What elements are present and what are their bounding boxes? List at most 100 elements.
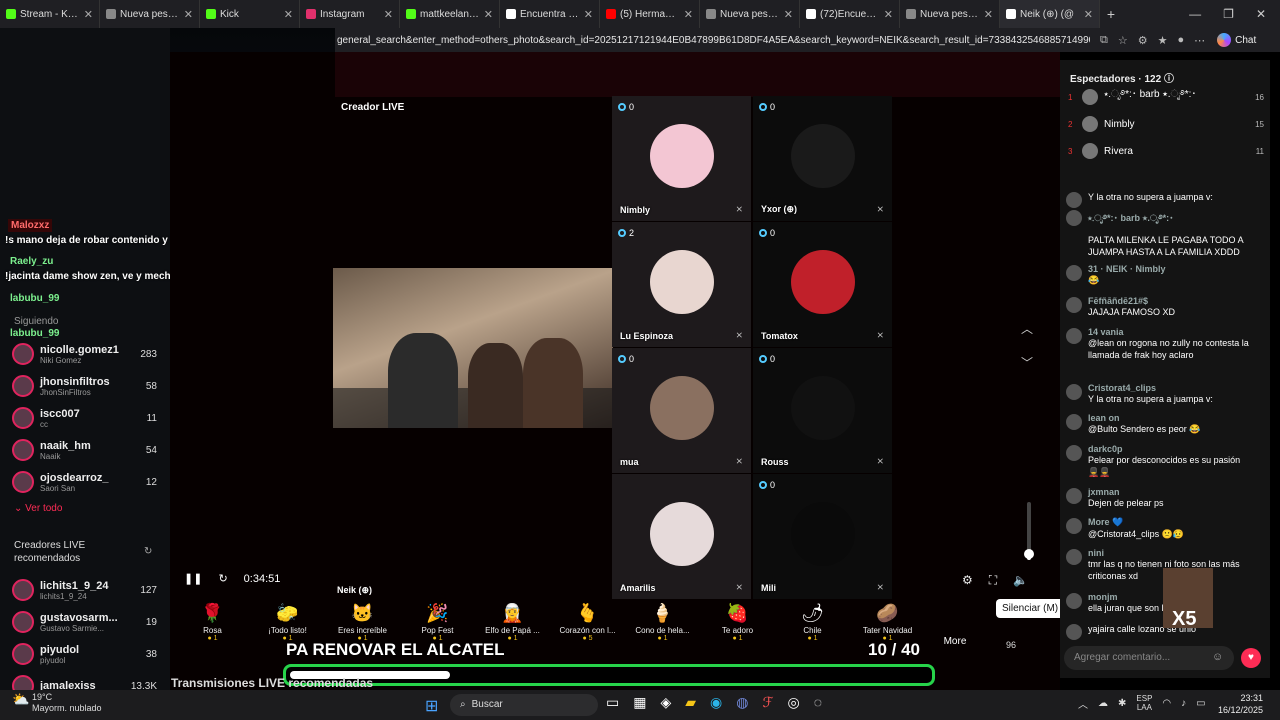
message-username[interactable]: 31 · NEIK · Nimbly xyxy=(1088,264,1166,274)
tab-close-icon[interactable]: ✕ xyxy=(1084,8,1093,21)
message-username[interactable]: ⭑.ೃ࿔*:･ barb ⭑.ೃ࿔*:･ xyxy=(1088,209,1250,234)
message-username[interactable]: nini xyxy=(1088,548,1250,558)
top-viewer-row[interactable]: 3 Rivera 11 xyxy=(1068,141,1264,161)
bluetooth-icon[interactable]: ✱ xyxy=(1118,698,1126,709)
gift-item[interactable]: 🫰 Corazón con l... ● 5 xyxy=(550,600,625,658)
guest-tile[interactable]: 0 Yxor (⊕) ⨯ xyxy=(753,96,892,221)
see-all-link[interactable]: ⌄ Ver todo xyxy=(14,502,62,515)
new-tab-button[interactable]: + xyxy=(1100,6,1122,22)
message-username[interactable]: lean on xyxy=(1088,413,1200,423)
browser-tab[interactable]: Kick ✕ xyxy=(200,0,300,28)
fullscreen-icon[interactable]: ⛶ xyxy=(989,573,997,588)
tab-close-icon[interactable]: ✕ xyxy=(84,8,93,21)
sidebar-item-recommended[interactable]: piyudol piyudol 38 xyxy=(12,639,157,669)
favorites-icon[interactable]: ★ xyxy=(1158,34,1168,47)
windows-start-icon[interactable]: ⊞ xyxy=(425,696,438,716)
host-video[interactable] xyxy=(333,268,613,428)
sidebar-item-recommended[interactable]: gustavosarm... Gustavo Sarmie... 19 xyxy=(12,607,157,637)
gift-item[interactable]: 🌹 Rosa ● 1 xyxy=(175,600,250,658)
like-heart-icon[interactable]: ♥ xyxy=(1241,648,1261,668)
tab-close-icon[interactable]: ✕ xyxy=(884,8,893,21)
refresh-icon[interactable]: ↻ xyxy=(144,546,152,557)
top-viewer-row[interactable]: 1 ⭑.ೃ࿔*:･ barb ⭑.ೃ࿔*:･ 16 xyxy=(1068,87,1264,107)
tray-chevron-icon[interactable]: ︿ xyxy=(1078,696,1088,711)
chrome-icon[interactable]: ◎ xyxy=(787,694,799,711)
chevron-down-icon[interactable]: ﹀ xyxy=(1021,354,1033,371)
gift-item[interactable]: 🍦 Cono de hela... ● 1 xyxy=(625,600,700,658)
profile-icon[interactable]: ● xyxy=(1177,34,1184,46)
copilot-chat-button[interactable]: Chat xyxy=(1217,33,1256,47)
taskbar-search[interactable]: ⌕ Buscar xyxy=(450,694,598,716)
battery-icon[interactable]: ▭ xyxy=(1196,698,1205,709)
browser-tab[interactable]: (5) Hermanos Yaj ✕ xyxy=(600,0,700,28)
wifi-icon[interactable]: ◠ xyxy=(1162,698,1171,709)
guest-tile[interactable]: 0 mua ⨯ xyxy=(612,348,751,473)
gift-item[interactable]: 🍓 Te adoro ● 1 xyxy=(700,600,775,658)
address-bar[interactable]: general_search&enter_method=others_photo… xyxy=(335,28,1280,52)
sidebar-item-recommended[interactable]: lichits1_9_24 lichits1_9_24 127 xyxy=(12,575,157,605)
message-username[interactable]: 14 vania xyxy=(1088,327,1250,337)
tab-close-icon[interactable]: ✕ xyxy=(484,8,493,21)
guest-tile[interactable]: 0 Nimbly ⨯ xyxy=(612,96,751,221)
pause-icon[interactable]: ❚❚ xyxy=(184,572,202,585)
tab-close-icon[interactable]: ✕ xyxy=(784,8,793,21)
sidebar-item-following[interactable]: jhonsinfiltros JhonSinFiltros 58 xyxy=(12,371,157,401)
store-icon[interactable]: ▦ xyxy=(633,694,646,711)
language-indicator[interactable]: ESP LAA xyxy=(1136,694,1152,712)
edge-icon[interactable]: ◉ xyxy=(710,694,722,711)
extensions-icon[interactable]: ⚙ xyxy=(1138,34,1148,47)
browser-tab[interactable]: mattkeelan Strean ✕ xyxy=(400,0,500,28)
guest-tile[interactable]: 0 Rouss ⨯ xyxy=(753,348,892,473)
settings-icon[interactable]: ⚙ xyxy=(962,573,973,588)
message-username[interactable]: darkc0p xyxy=(1088,444,1250,454)
browser-tab[interactable]: Nueva pestaña ✕ xyxy=(100,0,200,28)
open-app-icon[interactable]: ⧉ xyxy=(1100,34,1108,47)
guest-tile[interactable]: 0 Mili ⨯ xyxy=(753,474,892,599)
tab-close-icon[interactable]: ✕ xyxy=(384,8,393,21)
obs-icon[interactable]: ◌ xyxy=(814,694,822,711)
tab-close-icon[interactable]: ✕ xyxy=(284,8,293,21)
message-username[interactable]: Fēfñāñdē21#$ xyxy=(1088,296,1175,306)
browser-tab[interactable]: Stream - Kick Das ✕ xyxy=(0,0,100,28)
gift-item[interactable]: 🌶 Chile ● 1 xyxy=(775,600,850,658)
browser-tab[interactable]: Nueva pestaña ✕ xyxy=(900,0,1000,28)
sidebar-item-following[interactable]: ojosdearroz_ Saori San 12 xyxy=(12,467,157,497)
browser-tab[interactable]: Instagram ✕ xyxy=(300,0,400,28)
browser-tab[interactable]: Nueva pestaña ✕ xyxy=(700,0,800,28)
guest-tile[interactable]: 0 Tomatox ⨯ xyxy=(753,222,892,347)
tab-close-icon[interactable]: ✕ xyxy=(684,8,693,21)
message-username[interactable]: Cristorat4_clips xyxy=(1088,383,1213,393)
tab-close-icon[interactable]: ✕ xyxy=(184,8,193,21)
message-username[interactable]: More 💙 xyxy=(1088,517,1184,528)
minimize-icon[interactable]: — xyxy=(1189,7,1201,21)
emoji-icon[interactable]: ☺ xyxy=(1212,651,1223,663)
comment-input[interactable]: Agregar comentario... xyxy=(1064,646,1234,670)
browser-tab[interactable]: (72)Encuentra 'AR ✕ xyxy=(800,0,900,28)
browser-tab[interactable]: Neik (⊕) (@ ✕ xyxy=(1000,0,1100,28)
onedrive-icon[interactable]: ☁ xyxy=(1098,698,1108,709)
app-icon[interactable]: ℱ xyxy=(762,694,773,711)
sidebar-item-following[interactable]: naaik_hm Naaik 54 xyxy=(12,435,157,465)
restore-icon[interactable]: ❐ xyxy=(1223,7,1234,21)
file-explorer-icon[interactable]: ▰ xyxy=(685,694,696,711)
bookmark-star-icon[interactable]: ☆ xyxy=(1118,34,1128,47)
volume-icon[interactable]: 🔈 xyxy=(1013,573,1028,588)
menu-dots-icon[interactable]: ⋯ xyxy=(1194,34,1205,47)
guest-tile[interactable]: 2 Lu Espinoza ⨯ xyxy=(612,222,751,347)
tab-close-icon[interactable]: ✕ xyxy=(584,8,593,21)
message-username[interactable]: jxmnan xyxy=(1088,487,1164,497)
weather-widget[interactable]: ⛅ 19°C Mayorm. nublado xyxy=(12,692,102,714)
url-text[interactable]: general_search&enter_method=others_photo… xyxy=(335,35,1090,46)
clock[interactable]: 23:31 16/12/2025 xyxy=(1218,692,1263,716)
tab-close-icon[interactable]: ✕ xyxy=(984,8,993,21)
task-view-icon[interactable]: ▭ xyxy=(606,694,619,711)
sidebar-item-following[interactable]: nicolle.gomez1 Niki Gomez 283 xyxy=(12,339,157,369)
close-window-icon[interactable]: ✕ xyxy=(1256,7,1266,21)
top-viewer-row[interactable]: 2 Nimbly 15 xyxy=(1068,114,1264,134)
browser-tab[interactable]: Encuentra 'OSCAR ✕ xyxy=(500,0,600,28)
speaker-icon[interactable]: ♪ xyxy=(1181,698,1186,709)
chevron-up-icon[interactable]: ︿ xyxy=(1021,320,1033,337)
guest-tile[interactable]: Amarilis ⨯ xyxy=(612,474,751,599)
sidebar-item-following[interactable]: iscc007 cc 11 xyxy=(12,403,157,433)
refresh-stream-icon[interactable]: ↻ xyxy=(218,572,227,585)
